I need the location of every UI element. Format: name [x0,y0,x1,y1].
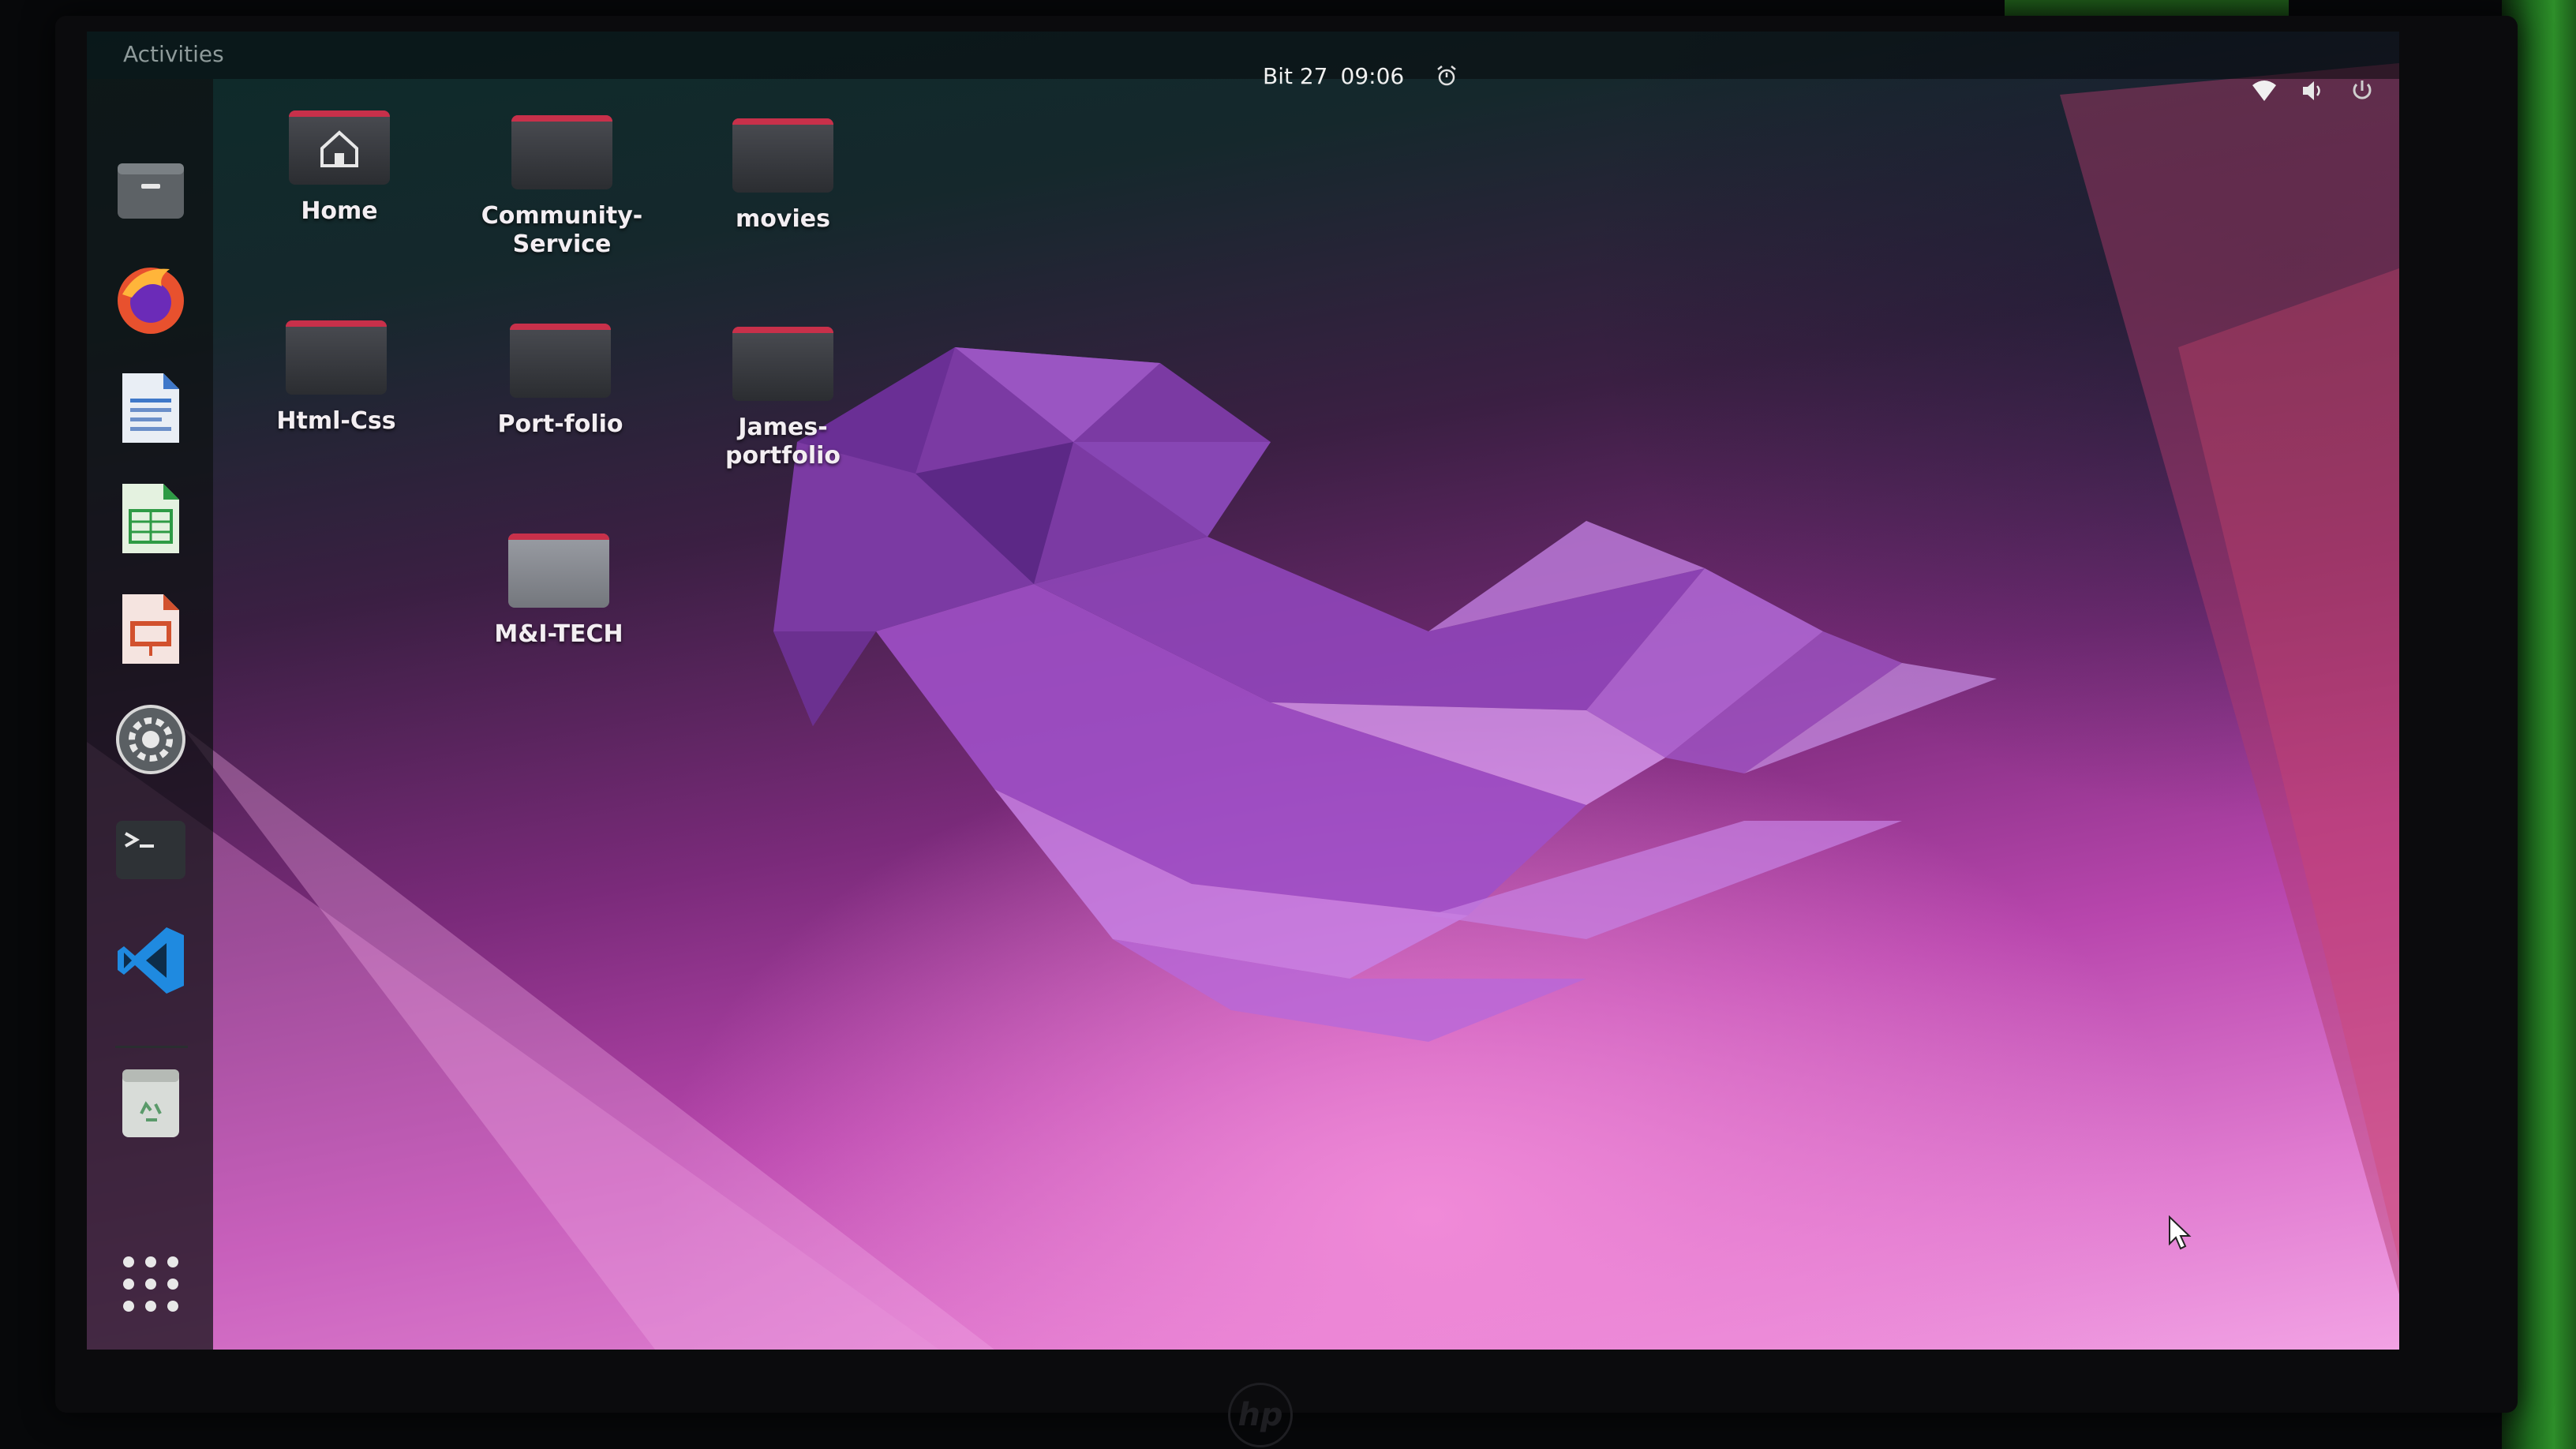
desktop-screen: Activities Bit 27 09:06 Home Community- … [87,32,2399,1350]
dock-calc[interactable] [114,481,188,556]
desktop-icon-home[interactable]: Home [245,103,434,226]
dock-trash[interactable] [114,1065,188,1140]
clock-button[interactable]: Bit 27 09:06 [1263,63,1417,89]
folder-icon [732,110,833,193]
jellyfish-wallpaper [87,63,2399,1350]
desktop-icon-label: Html-Css [276,407,396,435]
firefox-icon [118,268,184,334]
vscode-icon [118,927,184,994]
dock-settings[interactable] [114,702,188,777]
alarm-icon [1437,66,1456,86]
folder-icon [510,316,611,398]
power-icon [2353,80,2372,99]
dock-terminal[interactable] [114,813,188,887]
terminal-icon [116,821,185,879]
system-tray[interactable] [2251,77,2376,104]
desktop-icon-label: Community- Service [481,202,643,258]
clock-time: 09:06 [1340,63,1405,89]
dock [87,79,213,1350]
folder-icon [508,526,609,608]
folder-icon [286,313,387,395]
folder-icon [511,107,612,189]
desktop-icon-html-css[interactable]: Html-Css [242,313,431,436]
desktop-icon-label: Port-folio [497,410,623,438]
house-icon [320,130,358,167]
wifi-icon [2252,80,2276,101]
desktop-icon-label: movies [736,205,830,233]
dock-impress[interactable] [114,592,188,666]
desktop-icon-label: James-portfolio [724,414,841,470]
presentation-icon [122,594,179,664]
top-bar: Activities Bit 27 09:06 [87,32,2399,89]
monitor-brand-logo: hp [1228,1383,1293,1447]
desktop-icon-james-portfolio[interactable]: James-portfolio [688,319,878,470]
app-grid-icon [123,1256,178,1312]
dock-show-applications[interactable] [114,1247,188,1321]
clock-date: Bit 27 [1263,63,1328,89]
document-icon [122,373,179,443]
desktop-icon-port-folio[interactable]: Port-folio [466,316,655,439]
dock-files[interactable] [114,152,188,226]
desktop-icon-label: Home [301,197,378,225]
files-icon [118,163,184,219]
desktop-icon-movies[interactable]: movies [688,110,878,234]
mouse-pointer-icon [2169,1215,2192,1250]
volume-icon [2303,81,2320,100]
dock-separator [115,1046,188,1048]
desktop-icon-label: M&I-TECH [494,620,623,648]
desktop-icon-community-service[interactable]: Community- Service [467,107,657,259]
home-folder-icon [289,103,390,185]
desktop-icon-mi-tech[interactable]: M&I-TECH [464,526,653,649]
folder-icon [732,319,833,401]
dock-writer[interactable] [114,371,188,445]
gear-icon [116,705,185,774]
trash-icon [122,1069,179,1137]
spreadsheet-icon [122,484,179,553]
dock-vscode[interactable] [114,923,188,998]
activities-button[interactable]: Activities [123,41,224,67]
dock-firefox[interactable] [114,262,188,336]
